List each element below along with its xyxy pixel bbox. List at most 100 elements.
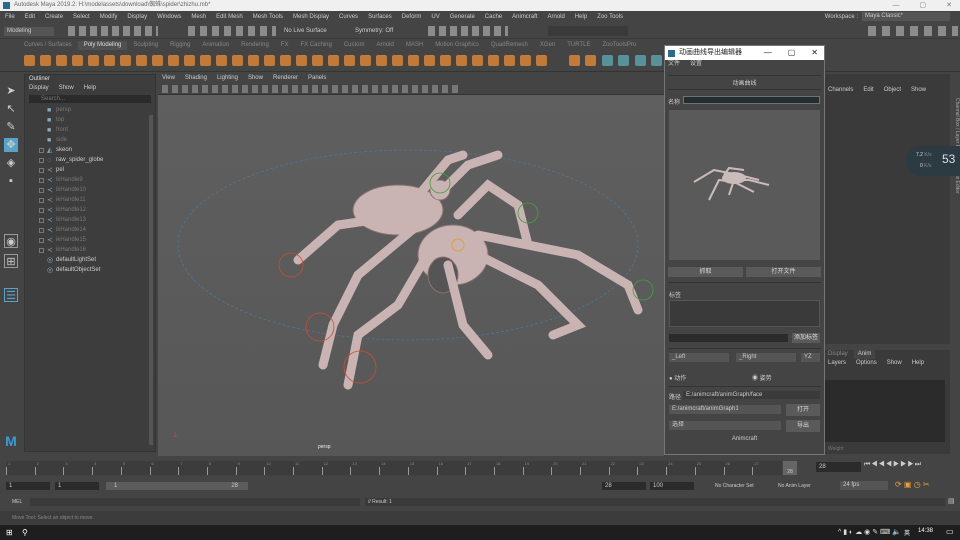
menu-windows[interactable]: Windows <box>157 11 181 23</box>
clock[interactable]: 14:38 <box>918 528 933 534</box>
shelf-tab[interactable]: Motion Graphics <box>429 41 485 50</box>
menu-deform[interactable]: Deform <box>402 11 422 23</box>
library-path-select[interactable]: E:/animcraft/animGraph1 <box>669 405 781 414</box>
shelf-tool-icon[interactable] <box>280 55 291 66</box>
shelf-tool-icon[interactable] <box>152 55 163 66</box>
menu-display[interactable]: Display <box>127 11 147 23</box>
tab-anim[interactable]: Anim <box>853 350 876 359</box>
shelf-tab[interactable]: FX <box>275 41 295 50</box>
menu-zoo-tools[interactable]: Zoo Tools <box>597 11 623 23</box>
menu-set-select[interactable]: Modeling <box>4 27 54 36</box>
character-set-select[interactable]: No Character Set <box>715 482 754 490</box>
shelf-tool-icon[interactable] <box>536 55 547 66</box>
layer-menu-layers[interactable]: Layers <box>828 359 846 368</box>
left-suffix-select[interactable]: _Left <box>669 353 729 362</box>
expand-toggle[interactable] <box>39 147 44 153</box>
channel-menu-channels[interactable]: Channels <box>828 80 853 93</box>
path-field[interactable]: E:/animcraft/animGraph/face <box>683 391 820 399</box>
outliner-item[interactable]: ◎ defaultLightSet <box>25 255 155 265</box>
outliner-item[interactable]: ≺ ikHandle13 <box>25 215 155 225</box>
shelf-tool-icon[interactable] <box>200 55 211 66</box>
expand-toggle[interactable] <box>39 167 44 173</box>
mirror-axis-select[interactable]: YZ <box>801 353 820 362</box>
open-button[interactable]: 打开 <box>786 404 820 416</box>
menu-modify[interactable]: Modify <box>100 11 118 23</box>
layer-list[interactable] <box>825 380 945 442</box>
file-tools-icons[interactable] <box>68 26 158 36</box>
system-tray-icons[interactable]: ^ ▮ ◐ ☁ ◉ ✎ ⌨ 🔈 <box>838 528 901 536</box>
shelf-tool-icon[interactable] <box>440 55 451 66</box>
menu-arnold[interactable]: Arnold <box>547 11 564 23</box>
script-editor-icon[interactable]: ▤ <box>948 497 955 505</box>
shelf-tool-icon[interactable] <box>618 55 629 66</box>
radio-pose[interactable]: ◉ 姿势 <box>752 373 772 382</box>
shelf-tab[interactable]: Rigging <box>164 41 196 50</box>
outliner-item[interactable]: ≺ pel <box>25 165 155 175</box>
layer-menu-help[interactable]: Help <box>912 359 924 368</box>
shelf-tool-icon[interactable] <box>634 55 646 66</box>
shelf-tab[interactable]: XGen <box>534 41 561 50</box>
shelf-tool-icon[interactable] <box>424 55 435 66</box>
search-icon[interactable]: ⚲ <box>22 528 28 537</box>
viewport-menu-shading[interactable]: Shading <box>185 74 207 83</box>
menu-help[interactable]: Help <box>575 11 587 23</box>
expand-toggle[interactable] <box>39 217 44 223</box>
outliner-item[interactable]: ≺ ikHandle10 <box>25 185 155 195</box>
layer-menu-show[interactable]: Show <box>887 359 902 368</box>
shelf-tool-icon[interactable] <box>328 55 339 66</box>
menu-animcraft[interactable]: Animcraft <box>512 11 537 23</box>
right-suffix-select[interactable]: _Right <box>736 353 796 362</box>
quick-input-field[interactable] <box>548 26 628 36</box>
shelf-tab[interactable]: MASH <box>400 41 429 50</box>
shelf-tool-icon[interactable] <box>568 55 580 66</box>
shelf-tab[interactable]: Curves / Surfaces <box>18 41 78 50</box>
current-frame-marker[interactable]: 28 <box>783 461 797 475</box>
outliner-item[interactable]: ≺ ikHandle16 <box>25 245 155 255</box>
shelf-tool-icon[interactable] <box>136 55 147 66</box>
shelf-tool-icon[interactable] <box>456 55 467 66</box>
viewport-menu-view[interactable]: View <box>162 74 175 83</box>
shelf-tool-icon[interactable] <box>120 55 131 66</box>
symmetry-select[interactable]: Symmetry: Off <box>355 27 407 36</box>
shelf-tab[interactable]: TURTLE <box>561 41 596 50</box>
fps-select[interactable]: 24 fps <box>840 481 888 490</box>
current-frame-field[interactable]: 28 <box>816 462 861 472</box>
panel-toggle-icons[interactable] <box>868 26 958 36</box>
playback-start-field[interactable]: 1 <box>55 482 99 490</box>
shelf-tool-icon[interactable] <box>344 55 355 66</box>
shelf-tab[interactable]: Poly Modeling <box>77 41 128 50</box>
workspace-select[interactable]: Maya Classic* <box>862 12 950 21</box>
render-tools-icons[interactable] <box>428 26 508 36</box>
shelf-tool-icon[interactable] <box>504 55 515 66</box>
playback-end-field[interactable]: 28 <box>602 482 646 490</box>
range-slider[interactable]: 1 28 <box>106 482 248 490</box>
shelf-tool-icon[interactable] <box>585 55 596 66</box>
shelf-tool-icon[interactable] <box>216 55 227 66</box>
single-view-icon[interactable]: ◉ <box>4 234 18 248</box>
shelf-tool-icon[interactable] <box>651 55 662 66</box>
time-ruler[interactable]: 1 2 3 4 5 6 7 8 9 10 11 12 13 14 15 16 17 18 19 20 21 22 23 24 2… <box>6 461 782 475</box>
shelf-tool-icon[interactable] <box>601 55 613 66</box>
shelf-tool-icon[interactable] <box>56 55 67 66</box>
shelf-tool-icon[interactable] <box>264 55 275 66</box>
dialog-minimize-button[interactable]: — <box>764 46 772 60</box>
scale-tool-icon[interactable]: ▪ <box>4 174 18 188</box>
viewport-toolbar[interactable] <box>158 83 664 95</box>
maximize-button[interactable]: ▢ <box>920 0 927 11</box>
layer-menu-options[interactable]: Options <box>856 359 877 368</box>
channel-menu-show[interactable]: Show <box>911 80 926 93</box>
shelf-tool-icon[interactable] <box>408 55 419 66</box>
expand-toggle[interactable] <box>39 207 44 213</box>
shelf-tool-icon[interactable] <box>88 55 99 66</box>
shelf-tab[interactable]: Rendering <box>235 41 275 50</box>
close-button[interactable]: ✕ <box>946 0 952 11</box>
menu-edit-mesh[interactable]: Edit Mesh <box>216 11 243 23</box>
shelf-tab[interactable]: Arnold <box>371 41 400 50</box>
outliner-item[interactable]: ≺ ikHandle14 <box>25 225 155 235</box>
viewport-canvas[interactable]: ⊥ <box>158 95 664 456</box>
shelf-tool-icon[interactable] <box>40 55 51 66</box>
menu-mesh[interactable]: Mesh <box>191 11 206 23</box>
outliner-item[interactable]: ■ front <box>25 125 155 135</box>
menu-file[interactable]: File <box>5 11 15 23</box>
shelf-tool-icon[interactable] <box>472 55 483 66</box>
